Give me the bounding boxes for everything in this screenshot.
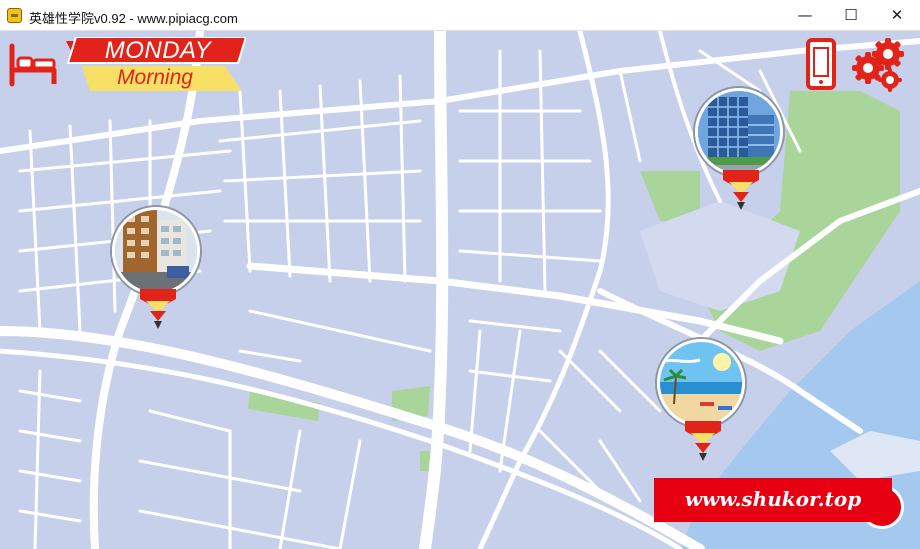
minimize-button[interactable]: —	[782, 0, 828, 30]
close-button[interactable]: ✕	[874, 0, 920, 30]
location-marker-icon	[723, 170, 759, 210]
apartment-building-photo	[112, 207, 200, 295]
watermark-text: www.shukor.top	[684, 487, 862, 511]
maximize-button[interactable]: ☐	[828, 0, 874, 30]
office-tower-photo	[695, 88, 783, 176]
window-title: 英雄性学院v0.92 - www.pipiacg.com	[29, 11, 238, 26]
location-marker-icon	[140, 289, 176, 329]
location-pin-office[interactable]	[695, 88, 787, 210]
beach-photo	[657, 339, 745, 427]
location-pin-apartment[interactable]	[112, 207, 204, 329]
gear-icon[interactable]	[850, 38, 906, 92]
time-of-day-label: Morning	[117, 66, 193, 89]
app-icon	[7, 8, 22, 23]
location-marker-icon	[685, 421, 721, 461]
bed-icon[interactable]	[8, 40, 58, 90]
watermark-banner: www.shukor.top	[654, 478, 892, 522]
day-label: MONDAY	[104, 37, 212, 64]
phone-icon[interactable]	[805, 38, 837, 90]
window-title-bar: 英雄性学院v0.92 - www.pipiacg.com — ☐ ✕	[0, 0, 920, 31]
location-pin-beach[interactable]	[657, 339, 749, 461]
